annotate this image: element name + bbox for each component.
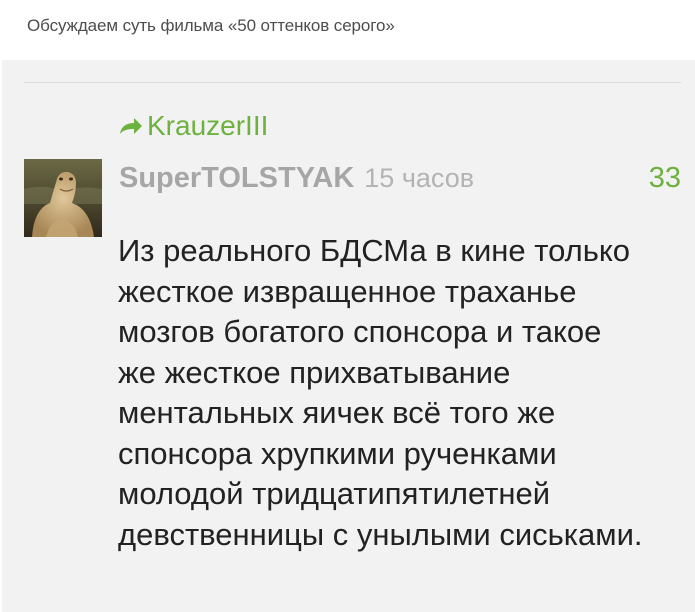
reply-to-username: KrauzerIII [147, 110, 269, 141]
topic-header: Обсуждаем суть фильма «50 оттенков серог… [0, 0, 695, 58]
comment-text-line: ментальных яичек всё того же [118, 395, 556, 430]
comment-text: Из реального БДСМа в кине только жесткое… [118, 231, 688, 555]
comment-meta: SuperTOLSTYAK 15 часов [119, 162, 474, 195]
comment-time[interactable]: 15 часов [364, 163, 474, 194]
avatar[interactable] [24, 159, 102, 237]
comment-text-line: девственницы с унылыми сиськами. [118, 516, 643, 552]
reply-to-link[interactable]: KrauzerIII [118, 110, 268, 142]
avatar-image [24, 159, 102, 237]
author-name[interactable]: SuperTOLSTYAK [119, 162, 354, 195]
topic-title[interactable]: Обсуждаем суть фильма «50 оттенков серог… [27, 16, 395, 36]
reply-arrow-icon [120, 118, 142, 134]
divider [24, 82, 681, 83]
comment-text-line: спонсора хрупкими рученками [118, 435, 557, 471]
comment-text-line: мозгов богатого спонсора и такое [118, 314, 602, 349]
comment-text-line: же жесткое прихватывание [118, 354, 511, 390]
comment-text-line: жесткое извращенное траханье [118, 273, 577, 309]
comment-text-line: молодой тридцатипятилетней [118, 476, 551, 511]
comment-rating: 33 [648, 162, 681, 194]
comment-text-line: Из реального БДСМа в кине только [118, 233, 631, 268]
